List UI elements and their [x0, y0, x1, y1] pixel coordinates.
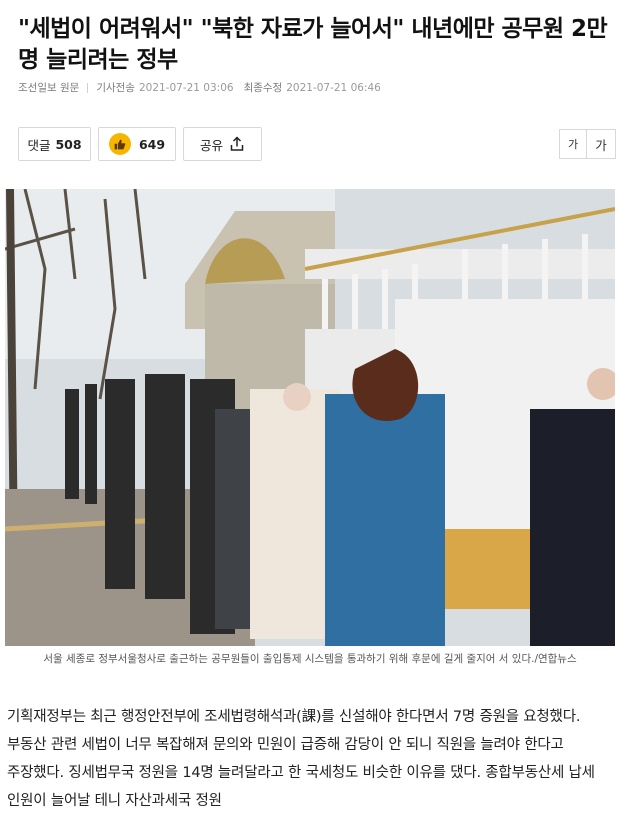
- meta-divider: [87, 82, 89, 93]
- share-upload-icon: [230, 136, 244, 151]
- font-increase-button[interactable]: 가: [587, 129, 616, 159]
- modified-time: 2021-07-21 06:46: [286, 81, 381, 94]
- article-headline: "세법이 어려워서" "북한 자료가 늘어서" 내년에만 공무원 2만명 늘리려…: [18, 16, 608, 73]
- comment-count: 508: [55, 136, 82, 152]
- thumb-up-icon: [108, 133, 131, 155]
- article-meta: 조선일보 원문 기사전송 2021-07-21 03:06 최종수정 2021-…: [18, 80, 381, 95]
- article-body: 기획재정부는 최근 행정안전부에 조세법령해석과(課)를 신설해야 한다면서 7…: [7, 709, 595, 809]
- sent-label: 기사전송: [96, 82, 135, 94]
- article-photo: [5, 189, 615, 646]
- article-action-bar: 댓글 508 649 공유: [18, 127, 262, 161]
- font-size-controls: 가 가: [559, 129, 616, 159]
- reaction-count: 649: [138, 136, 166, 152]
- modified-label: 최종수정: [243, 82, 283, 94]
- font-decrease-button[interactable]: 가: [559, 129, 587, 159]
- share-label: 공유: [199, 137, 223, 153]
- comment-button[interactable]: 댓글 508: [18, 127, 91, 161]
- share-button[interactable]: 공유: [183, 127, 262, 161]
- article-source-link[interactable]: 조선일보 원문: [18, 80, 79, 95]
- sent-time: 2021-07-21 03:06: [138, 81, 234, 94]
- people-queue-photo: [5, 189, 615, 646]
- photo-caption: 서울 세종로 정부서울청사로 출근하는 공무원들이 출입통제 시스템을 통과하기…: [43, 653, 577, 665]
- comment-label: 댓글: [27, 137, 51, 153]
- reaction-button[interactable]: 649: [98, 127, 176, 161]
